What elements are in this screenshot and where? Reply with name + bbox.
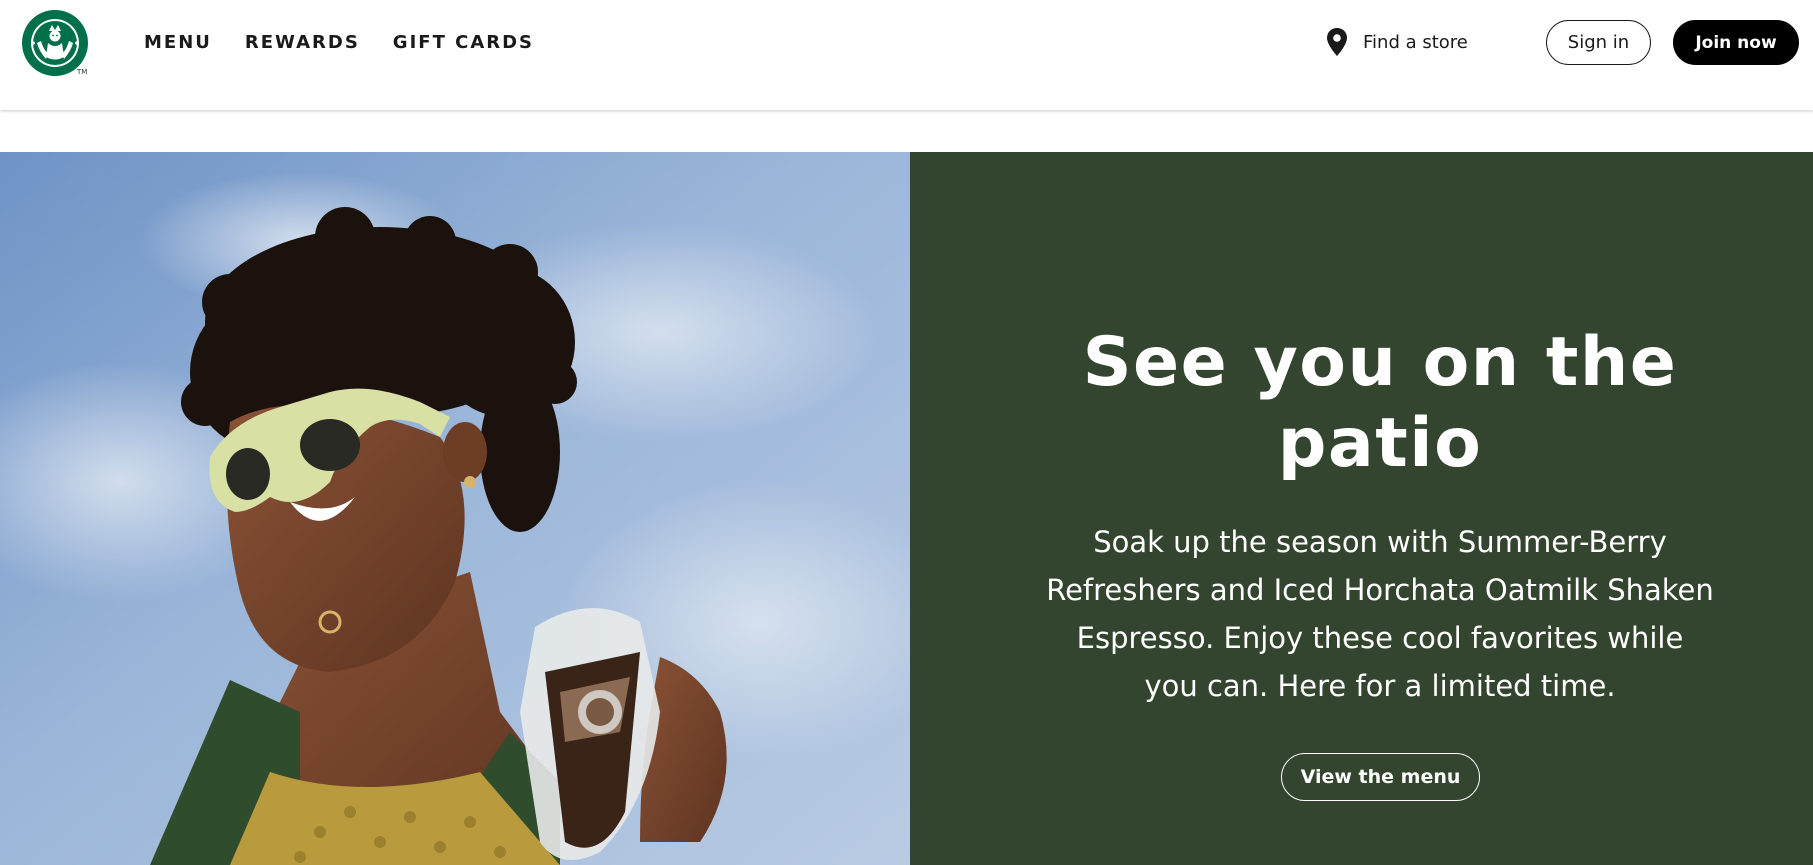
nav-menu[interactable]: MENU — [144, 29, 212, 57]
primary-nav: MENU REWARDS GIFT CARDS — [144, 29, 534, 57]
nav-gift-cards[interactable]: GIFT CARDS — [393, 29, 534, 57]
view-the-menu-button[interactable]: View the menu — [1281, 753, 1480, 801]
join-now-button[interactable]: Join now — [1673, 20, 1799, 65]
trademark-label: TM — [77, 68, 88, 76]
hero-title: See you on the patio — [1082, 323, 1678, 483]
find-a-store-link[interactable]: Find a store — [1325, 27, 1468, 57]
starbucks-logo-icon[interactable] — [21, 9, 89, 77]
hero-body-text: Soak up the season with Summer-Berry Ref… — [1046, 525, 1714, 703]
find-a-store-label: Find a store — [1363, 31, 1468, 53]
hero-image — [0, 152, 910, 865]
hero-section: See you on the patio Soak up the season … — [0, 152, 1813, 865]
sign-in-button[interactable]: Sign in — [1546, 20, 1651, 65]
nav-rewards[interactable]: REWARDS — [245, 29, 360, 57]
site-header: TM MENU REWARDS GIFT CARDS Find a store … — [0, 0, 1813, 110]
hero-photo-illustration — [0, 152, 910, 865]
location-pin-icon — [1327, 28, 1347, 56]
